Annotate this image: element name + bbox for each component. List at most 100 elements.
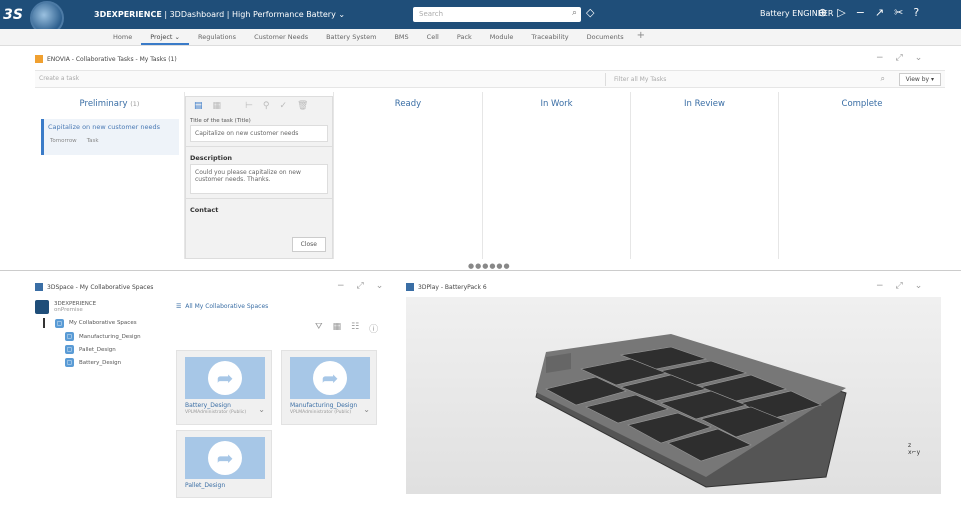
chevron-down-icon[interactable]: ⌄ [915,281,923,291]
column-preliminary: Preliminary (1) Capitalize on new custom… [35,92,185,259]
top-bar: 3S 3DEXPERIENCE | 3DDashboard | High Per… [0,0,961,35]
title-label: Title of the task (Title) [190,118,251,124]
space-icon: ▢ [65,332,74,341]
kanban-board: Preliminary (1) Capitalize on new custom… [35,92,945,259]
chevron-down-icon[interactable]: ⌄ [376,281,384,291]
delete-icon[interactable]: 🗑 [297,101,308,111]
tag-icon[interactable]: ◇ [586,6,594,19]
spaces-tree: 3DEXPERIENCE onPremise ▢ My Collaborative … [35,300,171,371]
create-task-input[interactable]: Create a task [39,75,79,82]
column-title: Preliminary (1) [79,99,140,109]
maximize-icon[interactable]: ⤢ [896,281,903,291]
arrow-icon: ➦ [208,441,242,475]
minimize-icon[interactable]: − [337,281,345,291]
minus-icon[interactable]: − [856,6,865,19]
check-icon[interactable]: ✓ [279,101,287,111]
task-card[interactable]: Capitalize on new customer needs Tomorro… [41,119,179,155]
tab-project[interactable]: Project ⌄ [141,29,189,45]
tree-item-pallet[interactable]: ▢ Pallet_Design [65,345,171,354]
space-tile[interactable]: ➦ Manufacturing_Design VPLMAdministrator… [281,350,377,425]
info-icon[interactable]: ⓘ [369,322,378,335]
tree-item-my-spaces[interactable]: ▢ My Collaborative Spaces [43,318,171,328]
close-button[interactable]: Close [291,237,326,252]
space-tile[interactable]: ➦ Pallet_Design [176,430,272,498]
app-title[interactable]: 3DEXPERIENCE | 3DDashboard | High Perfor… [94,10,345,19]
chevron-down-icon[interactable]: ⌄ [915,53,923,63]
3d-viewer[interactable] [406,297,941,494]
column-ready: Ready [333,92,483,259]
grid-view-icon[interactable]: ▦ [333,322,342,335]
arrow-icon: ➦ [313,361,347,395]
space-icon: ▢ [65,358,74,367]
tab-module[interactable]: Module [481,29,523,45]
tab-battery-system[interactable]: Battery System [317,29,385,45]
axis-triad: z x⌐y [908,442,921,456]
task-due: Tomorrow [50,138,77,144]
document-icon[interactable]: ▤ [194,101,203,111]
maximize-icon[interactable]: ⤢ [896,53,903,63]
tree-item-battery[interactable]: ▢ Battery_Design [65,358,171,367]
navigate-icon[interactable]: ↗ [875,6,884,19]
filter-input[interactable]: Filter all My Tasks ⌕ [605,73,889,86]
tree-item-manufacturing[interactable]: ▢ Manufacturing_Design [65,332,171,341]
3ds-logo[interactable]: 3S [0,0,26,29]
spaces-header: ☰ All My Collaborative Spaces [176,303,269,310]
search-icon[interactable]: ⌕ [572,8,577,18]
tasks-toolbar: Create a task Filter all My Tasks ⌕ View … [35,70,945,88]
contact-label: Contact [186,198,332,216]
task-type: Task [86,138,99,144]
arrow-icon: ➦ [208,361,242,395]
3dspace-icon [35,300,49,314]
tab-documents[interactable]: Documents [578,29,633,45]
description-label: Description [186,146,332,164]
spaces-panel-title: 3DSpace - My Collaborative Spaces [47,283,154,291]
person-icon[interactable]: ⚲ [263,101,270,111]
tab-cell[interactable]: Cell [418,29,448,45]
tab-home[interactable]: Home [104,29,141,45]
3dplay-panel-header: 3DPlay - BatteryPack 6 [406,279,487,295]
help-icon[interactable]: ? [913,6,919,19]
tab-customer-needs[interactable]: Customer Needs [245,29,317,45]
view-by-dropdown[interactable]: View by ▾ [898,73,941,86]
3dplay-panel-title: 3DPlay - BatteryPack 6 [418,283,487,291]
task-title-field[interactable]: Capitalize on new customer needs [190,125,328,142]
tree-root[interactable]: 3DEXPERIENCE onPremise [35,300,171,314]
tab-bms[interactable]: BMS [385,29,417,45]
spaces-panel-header: 3DSpace - My Collaborative Spaces [35,279,153,295]
dashboard-tabs: Home Project ⌄ Regulations Customer Need… [0,29,961,46]
search-input[interactable]: Search ⌕ [413,7,581,22]
space-tile[interactable]: ➦ Battery_Design VPLMAdministrator (Publ… [176,350,272,425]
tab-regulations[interactable]: Regulations [189,29,245,45]
add-tab-button[interactable]: + [633,29,649,45]
tools-icon[interactable]: ✂ [894,6,903,19]
task-editor: ▤ ▦ ⊢ ⚲ ✓ 🗑 Title of the task (Title) Ca… [185,96,333,259]
space-thumbnail: ➦ [185,357,265,399]
filter-icon[interactable]: ⛛ [315,322,323,335]
properties-icon[interactable]: ▦ [213,101,222,111]
description-field[interactable]: Could you please capitalize on new custo… [190,164,328,194]
tab-traceability[interactable]: Traceability [522,29,577,45]
3dplay-icon [406,283,414,291]
folder-icon: ▢ [55,318,64,328]
task-card-title: Capitalize on new customer needs [48,123,161,131]
menu-icon[interactable]: ☰ [176,303,181,310]
3dspace-icon [35,283,43,291]
search-icon[interactable]: ⌕ [881,74,885,84]
share-icon[interactable]: ▷ [837,6,845,19]
hierarchy-icon[interactable]: ⊢ [245,101,253,111]
tab-pack[interactable]: Pack [448,29,481,45]
space-thumbnail: ➦ [185,437,265,479]
space-icon: ▢ [65,345,74,354]
column-complete: Complete [841,99,883,109]
minimize-icon[interactable]: − [876,53,884,63]
tasks-panel-title: ENOVIA - Collaborative Tasks - My Tasks … [47,55,177,63]
chevron-down-icon[interactable]: ⌄ [258,405,265,414]
resize-handle[interactable]: ●●●●●● [468,262,511,270]
maximize-icon[interactable]: ⤢ [357,281,364,291]
chevron-down-icon[interactable]: ⌄ [363,405,370,414]
list-view-icon[interactable]: ☷ [351,322,359,335]
add-icon[interactable]: ⊕ [818,6,827,19]
tasks-panel-header: ENOVIA - Collaborative Tasks - My Tasks … [35,51,177,67]
battery-pack-model[interactable] [406,297,941,494]
minimize-icon[interactable]: − [876,281,884,291]
